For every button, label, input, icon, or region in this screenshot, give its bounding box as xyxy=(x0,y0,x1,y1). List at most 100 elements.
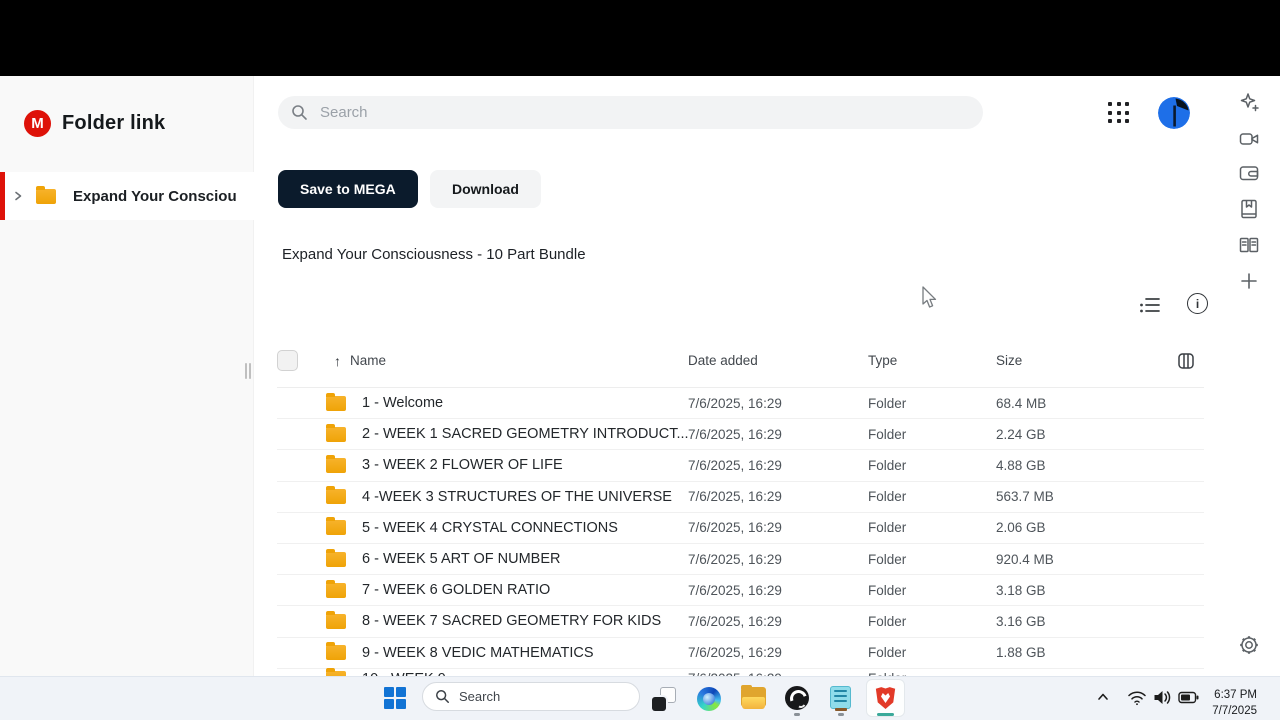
mega-logo-row: M Folder link xyxy=(24,110,165,137)
select-all-checkbox[interactable] xyxy=(277,350,298,371)
row-type: Folder xyxy=(868,613,907,629)
tray-chevron-up-icon[interactable] xyxy=(1096,690,1110,709)
battery-icon[interactable] xyxy=(1178,691,1199,709)
table-row[interactable]: 3 - WEEK 2 FLOWER OF LIFE 7/6/2025, 16:2… xyxy=(277,450,1204,482)
reading-list-icon[interactable] xyxy=(1237,233,1261,257)
search-input[interactable]: Search xyxy=(278,96,983,129)
table-header: ↑ Name Date added Type Size xyxy=(277,344,1204,377)
folder-icon xyxy=(326,423,346,442)
brave-active-indicator xyxy=(877,713,894,716)
top-black-band xyxy=(0,0,1280,76)
sort-ascending-icon[interactable]: ↑ xyxy=(334,353,341,369)
table-row[interactable]: 9 - WEEK 8 VEDIC MATHEMATICS 7/6/2025, 1… xyxy=(277,638,1204,669)
screen: M Folder link Expand Your Consciou Searc… xyxy=(0,0,1280,720)
apps-grid-icon[interactable] xyxy=(1108,102,1130,124)
row-type: Folder xyxy=(868,489,907,505)
table-row[interactable]: 2 - WEEK 1 SACRED GEOMETRY INTRODUCT... … xyxy=(277,419,1204,451)
download-button[interactable]: Download xyxy=(430,170,541,208)
folder-icon xyxy=(326,610,346,629)
row-type: Folder xyxy=(868,582,907,598)
folder-icon xyxy=(326,579,346,598)
task-view-button[interactable] xyxy=(652,687,676,711)
wifi-icon[interactable] xyxy=(1127,689,1147,711)
info-icon[interactable]: i xyxy=(1187,293,1208,314)
edge-browser-icon[interactable] xyxy=(697,687,721,711)
row-size: 3.18 GB xyxy=(996,582,1046,598)
obs-studio-icon[interactable] xyxy=(785,686,809,710)
row-date-added: 7/6/2025, 16:29 xyxy=(688,613,782,629)
table-row[interactable]: 5 - WEEK 4 CRYSTAL CONNECTIONS 7/6/2025,… xyxy=(277,513,1204,544)
wallet-icon[interactable] xyxy=(1237,161,1261,185)
obs-running-indicator xyxy=(794,713,800,716)
row-size: 920.4 MB xyxy=(996,551,1054,567)
folder-icon xyxy=(326,517,346,536)
column-header-type[interactable]: Type xyxy=(868,353,996,368)
notepad-icon[interactable] xyxy=(830,686,851,711)
settings-gear-icon[interactable] xyxy=(1237,633,1261,657)
sidebar: M Folder link Expand Your Consciou xyxy=(0,76,254,676)
folder-icon xyxy=(326,642,346,661)
leo-ai-sparkle-icon[interactable] xyxy=(1237,90,1261,114)
row-date-added: 7/6/2025, 16:29 xyxy=(688,489,782,505)
row-name: 9 - WEEK 8 VEDIC MATHEMATICS xyxy=(362,644,594,661)
sidebar-item-root-folder[interactable]: Expand Your Consciou xyxy=(0,172,254,220)
folder-icon xyxy=(326,486,346,505)
folder-title: Expand Your Consciousness - 10 Part Bund… xyxy=(282,246,586,263)
clock-date: 7/7/2025 xyxy=(1212,704,1257,717)
row-date-added: 7/6/2025, 16:29 xyxy=(688,645,782,661)
start-button[interactable] xyxy=(384,687,406,709)
column-header-date[interactable]: Date added xyxy=(688,353,868,368)
row-type: Folder xyxy=(868,426,907,442)
search-icon xyxy=(435,689,450,704)
row-name: 4 -WEEK 3 STRUCTURES OF THE UNIVERSE xyxy=(362,488,672,505)
add-panel-plus-icon[interactable] xyxy=(1237,269,1261,293)
row-name: 2 - WEEK 1 SACRED GEOMETRY INTRODUCT... xyxy=(362,426,688,443)
taskbar-search[interactable]: Search xyxy=(422,682,640,711)
row-name: 5 - WEEK 4 CRYSTAL CONNECTIONS xyxy=(362,519,618,536)
taskbar-search-placeholder: Search xyxy=(459,689,501,704)
table-row[interactable]: 8 - WEEK 7 SACRED GEOMETRY FOR KIDS 7/6/… xyxy=(277,606,1204,638)
row-name: 8 - WEEK 7 SACRED GEOMETRY FOR KIDS xyxy=(362,613,662,630)
sidebar-resize-handle[interactable] xyxy=(245,363,253,379)
row-type: Folder xyxy=(868,520,907,536)
brave-lion-icon xyxy=(875,687,896,709)
row-type: Folder xyxy=(868,395,907,411)
column-header-name[interactable]: Name xyxy=(350,353,688,368)
avatar[interactable] xyxy=(1158,97,1190,129)
taskbar xyxy=(0,676,1280,720)
brave-browser-button[interactable] xyxy=(866,679,905,717)
column-header-size[interactable]: Size xyxy=(996,353,1156,368)
row-date-added: 7/6/2025, 16:29 xyxy=(688,551,782,567)
row-size: 563.7 MB xyxy=(996,489,1054,505)
folder-icon xyxy=(36,185,56,204)
search-placeholder: Search xyxy=(320,104,368,121)
table-row[interactable]: 1 - Welcome 7/6/2025, 16:29 Folder 68.4 … xyxy=(277,388,1204,420)
active-accent-bar xyxy=(0,172,5,220)
chevron-right-icon[interactable] xyxy=(13,191,23,201)
row-name: 7 - WEEK 6 GOLDEN RATIO xyxy=(362,582,551,599)
row-name: 3 - WEEK 2 FLOWER OF LIFE xyxy=(362,457,563,474)
row-name: 1 - Welcome xyxy=(362,395,444,412)
taskbar-clock[interactable]: 6:37 PM 7/7/2025 xyxy=(1198,688,1257,719)
file-explorer-icon[interactable] xyxy=(741,685,766,709)
search-icon xyxy=(291,104,308,121)
row-date-added: 7/6/2025, 16:29 xyxy=(688,582,782,598)
mega-logo-icon: M xyxy=(24,110,51,137)
columns-settings-icon[interactable] xyxy=(1178,352,1194,369)
table-row[interactable]: 7 - WEEK 6 GOLDEN RATIO 7/6/2025, 16:29 … xyxy=(277,575,1204,607)
mouse-cursor xyxy=(922,286,939,315)
row-date-added: 7/6/2025, 16:29 xyxy=(688,395,782,411)
row-date-added: 7/6/2025, 16:29 xyxy=(688,457,782,473)
list-view-icon[interactable] xyxy=(1139,295,1161,320)
video-camera-icon[interactable] xyxy=(1237,127,1261,151)
volume-icon[interactable] xyxy=(1152,689,1172,711)
table-row[interactable]: 6 - WEEK 5 ART OF NUMBER 7/6/2025, 16:29… xyxy=(277,544,1204,576)
bookmarks-icon[interactable] xyxy=(1237,197,1261,221)
save-to-mega-button[interactable]: Save to MEGA xyxy=(278,170,418,208)
table-row[interactable]: 4 -WEEK 3 STRUCTURES OF THE UNIVERSE 7/6… xyxy=(277,482,1204,513)
folder-icon xyxy=(326,454,346,473)
sidebar-item-label: Expand Your Consciou xyxy=(73,187,237,205)
folder-icon xyxy=(326,548,346,567)
row-size: 2.24 GB xyxy=(996,426,1046,442)
notepad-running-indicator xyxy=(838,713,844,716)
